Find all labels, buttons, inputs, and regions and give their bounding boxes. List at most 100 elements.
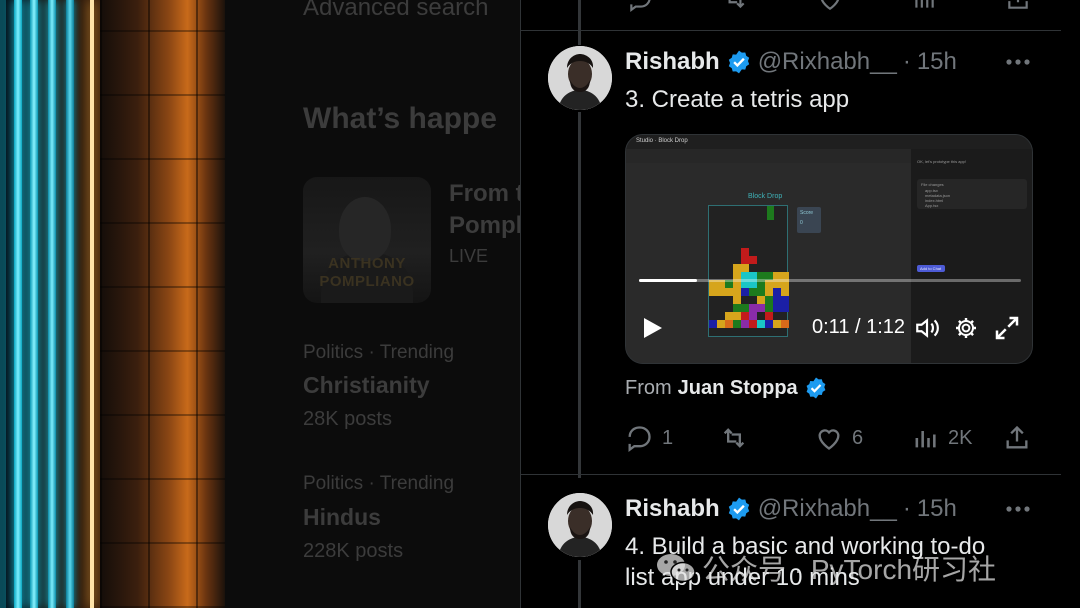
tetris-block [717, 288, 725, 296]
tetris-block [733, 312, 741, 320]
tetris-block [709, 288, 717, 296]
falling-piece [767, 206, 774, 220]
news-headline[interactable]: Pompl [449, 212, 522, 240]
trend-category: Politics · Trending [303, 342, 455, 363]
verified-badge-icon [728, 50, 749, 74]
tetris-block [733, 304, 741, 312]
tetris-block [741, 320, 749, 328]
reply-button[interactable]: 1 [625, 424, 673, 452]
verified-badge-icon [806, 377, 826, 399]
author-handle[interactable]: @Rixhabh__ [758, 495, 897, 523]
views-icon [915, 431, 936, 448]
tetris-block [765, 288, 773, 296]
news-headline[interactable]: From t [449, 180, 522, 208]
score-box: Score 0 [797, 207, 821, 233]
play-icon[interactable] [640, 316, 664, 340]
live-badge: LIVE [449, 246, 489, 266]
video-app-title: Studio · Block Drop [636, 138, 688, 144]
score-value: 0 [800, 220, 803, 226]
views-button[interactable]: 2K [911, 424, 972, 452]
video-address-bar [626, 149, 916, 163]
video-source-prefix: From [625, 376, 672, 399]
repost-icon[interactable] [721, 0, 749, 12]
repost-icon [723, 428, 745, 448]
tetris-block [749, 312, 757, 320]
trend-topic[interactable]: Christianity [303, 372, 430, 399]
score-label: Score [800, 210, 814, 216]
repost-button[interactable] [719, 424, 758, 452]
tweet-timestamp[interactable]: 15h [917, 48, 957, 76]
fullscreen-icon[interactable] [992, 313, 1022, 343]
previous-tweet-actions [521, 0, 1061, 30]
more-options-icon[interactable] [1005, 56, 1031, 68]
tweet-actions: 1 6 2K [625, 424, 1033, 454]
tetris-block [757, 296, 765, 304]
news-thumbnail[interactable]: ANTHONY POMPLIANO [303, 177, 431, 303]
video-player[interactable]: Studio · Block Drop Block Drop Score 0 O… [625, 134, 1033, 364]
tetris-block [733, 296, 741, 304]
author-handle[interactable]: @Rixhabh__ [758, 48, 897, 76]
tetris-block [741, 256, 749, 264]
trend-category: Politics · Trending [303, 473, 455, 494]
video-app-bar: Studio · Block Drop [626, 135, 1032, 149]
file-changes-header: File changes [921, 182, 944, 187]
reply-icon[interactable] [627, 0, 653, 12]
trend-count: 228K posts [303, 540, 404, 562]
share-button[interactable] [1003, 424, 1031, 452]
meta-separator: · [902, 48, 911, 75]
panel-action-button: Add to Chat [917, 265, 945, 272]
tetris-block [781, 296, 789, 304]
tetris-block [781, 304, 789, 312]
author-name[interactable]: Rishabh [625, 48, 720, 76]
neon-light [66, 0, 74, 608]
avatar[interactable] [548, 46, 612, 110]
author-name[interactable]: Rishabh [625, 495, 720, 523]
video-source: From Juan Stoppa [625, 376, 828, 400]
reply-count: 1 [662, 426, 674, 449]
tetris-block [773, 304, 781, 312]
tetris-block [773, 296, 781, 304]
timeline-feed: Rishabh @Rixhabh__ · 15h 3. Create a tet… [520, 0, 1061, 608]
tetris-block [749, 256, 757, 264]
watermark-text: 公众号 · PyTorch研习社 [702, 554, 997, 585]
avatar-photo [548, 46, 612, 110]
video-source-author[interactable]: Juan Stoppa [678, 377, 798, 400]
tetris-block [733, 320, 741, 328]
like-button[interactable]: 6 [815, 424, 863, 452]
tetris-board [708, 205, 789, 337]
advanced-search-link[interactable]: Advanced search [303, 0, 488, 22]
tweet-text: 3. Create a tetris app [625, 86, 850, 113]
wechat-icon [657, 554, 696, 583]
file-changes-card: File changes app.tsx metadata.json index… [917, 179, 1027, 209]
video-time: 0:11 / 1:12 [812, 316, 906, 338]
tetris-block [709, 320, 717, 328]
tetris-block [773, 320, 781, 328]
tetris-block [717, 320, 725, 328]
tetris-block [749, 304, 757, 312]
tetris-block [725, 312, 733, 320]
volume-muted-icon[interactable] [914, 315, 940, 341]
tetris-block [765, 304, 773, 312]
settings-gear-icon[interactable] [954, 316, 978, 340]
thread-line [578, 560, 581, 608]
thread-line [578, 0, 581, 45]
tetris-block [741, 288, 749, 296]
share-icon[interactable] [1005, 0, 1031, 12]
tetris-block [781, 288, 789, 296]
divider [521, 30, 1061, 31]
video-progress-fill [639, 279, 698, 282]
views-icon[interactable] [911, 0, 937, 12]
tweet-timestamp[interactable]: 15h [917, 495, 957, 523]
file-entry: App.tsx [925, 203, 939, 208]
like-icon[interactable] [817, 0, 843, 12]
background-photo [0, 0, 225, 608]
video-progress-bar[interactable] [639, 279, 1021, 282]
more-options-icon[interactable] [1005, 503, 1031, 515]
trend-count: 28K posts [303, 408, 392, 430]
verified-badge-icon [728, 497, 749, 521]
thumbnail-caption: ANTHONY [328, 255, 406, 272]
avatar[interactable] [548, 493, 612, 557]
trend-topic[interactable]: Hindus [303, 504, 381, 531]
game-title: Block Drop [748, 193, 783, 200]
wood-panel [100, 0, 225, 608]
